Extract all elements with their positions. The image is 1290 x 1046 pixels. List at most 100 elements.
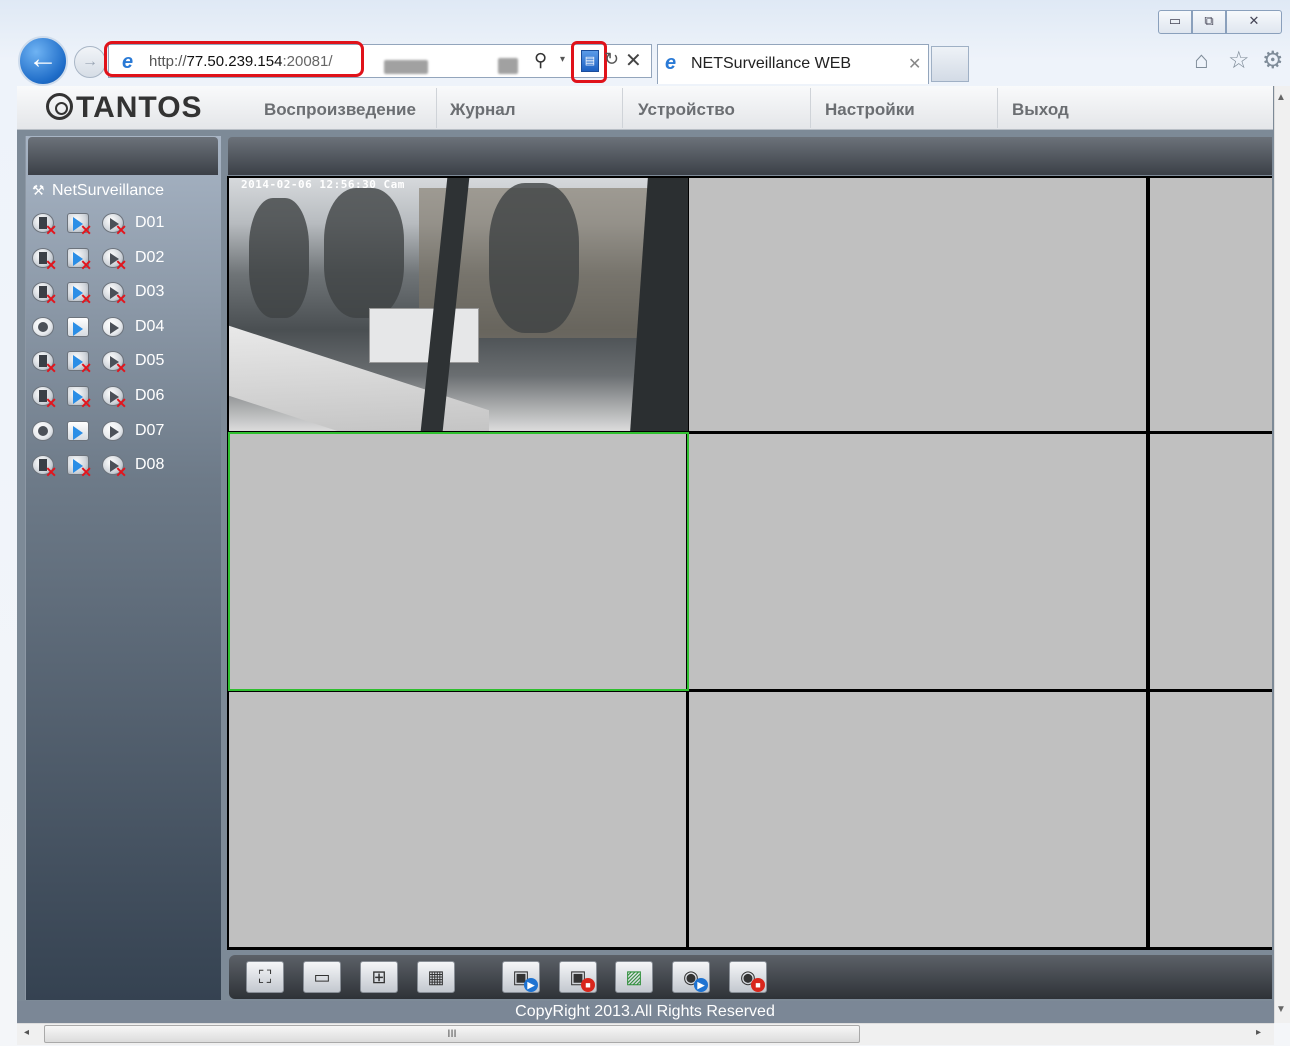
channel-row[interactable]: D07: [32, 419, 218, 443]
maximize-button[interactable]: ⧉: [1192, 10, 1226, 34]
video-van: [369, 308, 479, 363]
offline-x-icon: ✕: [80, 395, 92, 411]
layout-1-button[interactable]: ▭: [303, 961, 341, 993]
device-wrench-icon: ⚒: [32, 182, 45, 198]
video-cell[interactable]: [1150, 692, 1272, 947]
channel-record-icon[interactable]: ✕: [67, 213, 92, 237]
menu-playback[interactable]: Воспроизведение: [264, 100, 416, 120]
tab-close-icon[interactable]: ✕: [908, 54, 921, 74]
video-cell[interactable]: [229, 692, 686, 947]
channel-record-icon[interactable]: ✕: [67, 351, 92, 375]
channel-stop-icon[interactable]: ✕: [32, 351, 57, 375]
compatibility-highlight-annotation: [571, 41, 607, 83]
channel-stop-icon[interactable]: ✕: [32, 213, 57, 237]
channel-row[interactable]: ✕ ✕ ✕ D01: [32, 211, 218, 237]
menu-log[interactable]: Журнал: [450, 100, 516, 120]
new-tab-button[interactable]: [931, 46, 969, 82]
channel-play-icon[interactable]: ✕: [102, 386, 127, 410]
close-all-button[interactable]: ▣ ■: [559, 961, 597, 993]
camera-video-feed[interactable]: 2014-02-06 12:56:30 Cam: [229, 178, 688, 431]
channel-stop-icon-glyph: [38, 321, 48, 332]
stop-icon[interactable]: ✕: [625, 48, 642, 73]
favorites-star-icon[interactable]: ☆: [1228, 48, 1250, 74]
layout-9-button[interactable]: ▦: [417, 961, 455, 993]
channel-record-icon[interactable]: [67, 420, 89, 441]
video-tree: [324, 188, 404, 318]
channel-name: D07: [135, 421, 165, 439]
gear-icon[interactable]: ⚙: [1262, 48, 1284, 74]
scroll-right-icon[interactable]: ▸: [1256, 1027, 1261, 1038]
channel-record-icon[interactable]: ✕: [67, 247, 92, 272]
video-cell[interactable]: [1150, 434, 1272, 689]
channel-row[interactable]: ✕ ✕ ✕ D03: [32, 280, 218, 306]
channel-play-icon[interactable]: ✕: [102, 247, 127, 272]
channel-record-icon[interactable]: ✕: [67, 455, 92, 479]
minimize-button[interactable]: ▭: [1158, 10, 1192, 34]
offline-x-icon: ✕: [80, 291, 92, 308]
tab-title[interactable]: NETSurveillance WEB: [691, 55, 851, 73]
channel-row[interactable]: ✕ ✕ ✕ D02: [32, 246, 218, 272]
offline-x-icon: ✕: [115, 464, 127, 481]
channel-play-icon-glyph: [110, 425, 119, 438]
back-button[interactable]: ←: [18, 36, 68, 86]
video-cell[interactable]: [689, 434, 1146, 689]
video-cell[interactable]: [1150, 178, 1272, 431]
channel-play-icon[interactable]: ✕: [102, 213, 127, 237]
vertical-scrollbar[interactable]: [1274, 86, 1290, 1023]
refresh-icon[interactable]: ↻: [604, 49, 619, 70]
menu-exit[interactable]: Выход: [1012, 100, 1069, 120]
record-start-button[interactable]: ◉ ▶: [672, 961, 710, 993]
stop-badge-icon: ■: [751, 978, 765, 992]
browser-window: ▭ ⧉ ✕ ← → e http://77.50.239.154:20081/ …: [0, 0, 1290, 1046]
channel-row[interactable]: ✕ ✕ ✕ D08: [32, 453, 218, 479]
channel-play-icon[interactable]: [102, 316, 124, 337]
channel-record-icon-glyph: [73, 321, 83, 336]
channel-record-icon[interactable]: [67, 316, 89, 337]
scroll-down-icon[interactable]: ▼: [1276, 1004, 1286, 1015]
offline-x-icon: ✕: [115, 291, 127, 308]
channel-stop-icon[interactable]: ✕: [32, 247, 57, 272]
fullscreen-button[interactable]: ⛶: [246, 961, 284, 993]
scroll-left-icon[interactable]: ◂: [24, 1027, 29, 1038]
channel-name: D03: [135, 283, 165, 301]
device-tree-root[interactable]: ⚒ NetSurveillance: [32, 180, 164, 201]
close-window-button[interactable]: ✕: [1226, 10, 1282, 34]
menu-settings[interactable]: Настройки: [825, 100, 915, 120]
search-icon[interactable]: ⚲: [534, 50, 547, 71]
camera-timestamp: 2014-02-06 12:56:30 Cam: [241, 178, 405, 191]
snapshot-button[interactable]: ▨: [615, 961, 653, 993]
open-all-button[interactable]: ▣ ▶: [502, 961, 540, 993]
channel-stop-icon[interactable]: ✕: [32, 455, 57, 479]
offline-x-icon: ✕: [45, 256, 57, 273]
horizontal-scroll-thumb[interactable]: III: [44, 1025, 860, 1043]
channel-stop-icon[interactable]: [32, 420, 54, 441]
blurred-toolbar-area: [498, 58, 518, 74]
forward-arrow-icon: →: [82, 53, 98, 70]
layout-4-button[interactable]: ⊞: [360, 961, 398, 993]
channel-row[interactable]: D04: [32, 315, 218, 339]
channel-row[interactable]: ✕ ✕ ✕ D05: [32, 349, 218, 375]
channel-play-icon[interactable]: ✕: [102, 282, 127, 306]
channel-record-icon[interactable]: ✕: [67, 282, 92, 306]
offline-x-icon: ✕: [45, 222, 57, 238]
url-highlight-annotation: [104, 41, 364, 77]
menu-device[interactable]: Устройство: [638, 100, 735, 120]
channel-record-icon[interactable]: ✕: [67, 386, 92, 410]
channel-play-icon[interactable]: [102, 420, 124, 441]
channel-play-icon[interactable]: ✕: [102, 455, 127, 479]
channel-stop-icon[interactable]: ✕: [32, 282, 57, 306]
scroll-up-icon[interactable]: ▲: [1276, 92, 1286, 103]
channel-stop-icon[interactable]: [32, 316, 54, 337]
fullscreen-icon: ⛶: [258, 967, 272, 987]
video-cell[interactable]: [689, 692, 1146, 947]
channel-stop-icon[interactable]: ✕: [32, 386, 57, 410]
record-stop-button[interactable]: ◉ ■: [729, 961, 767, 993]
search-dropdown-icon[interactable]: ▾: [560, 54, 565, 65]
home-icon[interactable]: ⌂: [1194, 48, 1209, 74]
channel-play-icon[interactable]: ✕: [102, 351, 127, 375]
layout-quad-icon: ⊞: [371, 967, 387, 987]
play-badge-icon: ▶: [524, 978, 538, 992]
channel-row[interactable]: ✕ ✕ ✕ D06: [32, 384, 218, 410]
video-cell[interactable]: [689, 178, 1146, 431]
forward-button[interactable]: →: [74, 46, 106, 78]
